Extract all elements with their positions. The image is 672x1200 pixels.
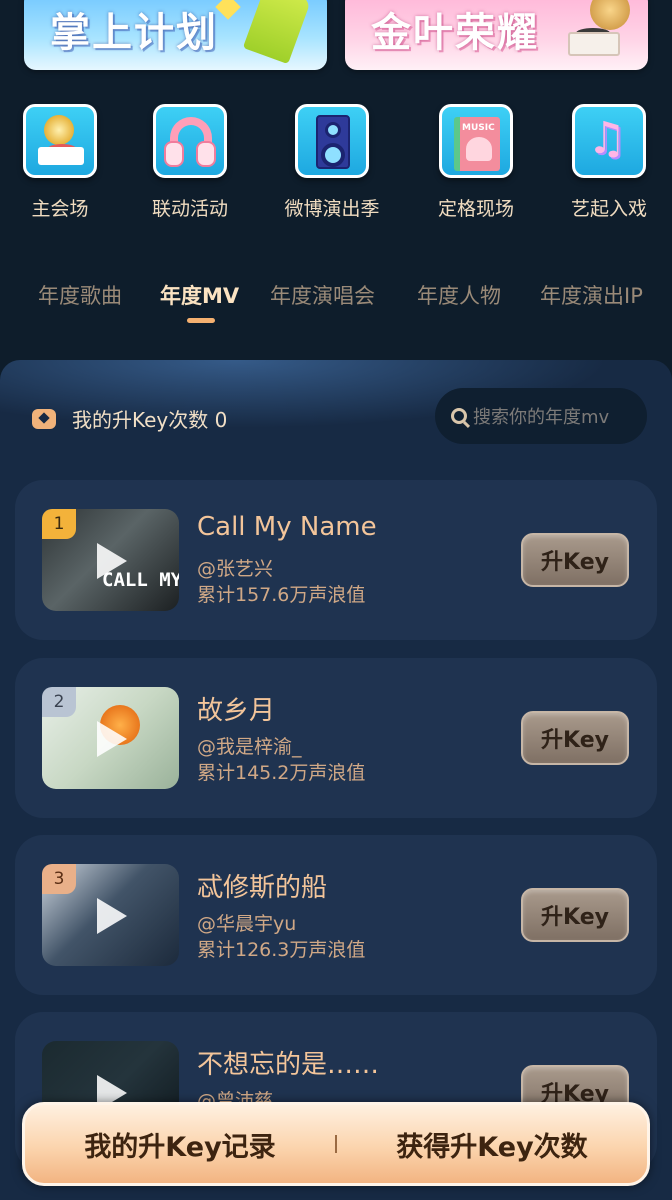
mv-title: 故乡月 <box>197 696 276 726</box>
category-label: 联动活动 <box>151 198 228 220</box>
play-icon <box>97 543 127 579</box>
music-note-icon: ♫ <box>572 104 646 178</box>
banner-honor[interactable]: 金叶荣耀 <box>345 0 648 70</box>
category-label: 主会场 <box>31 198 89 220</box>
tab-annual-show-ip[interactable]: 年度演出IP <box>540 280 643 310</box>
mv-artist[interactable]: @我是梓渝_ <box>197 732 302 759</box>
music-book-icon: MUSIC <box>439 104 513 178</box>
get-upkey-count-button[interactable]: 获得升Key次数 <box>337 1125 647 1164</box>
category-drama[interactable]: ♫ 艺起入戏 <box>544 104 672 221</box>
banner-title: 金叶荣耀 <box>371 9 539 56</box>
play-icon <box>97 898 127 934</box>
category-live-moments[interactable]: MUSIC 定格现场 <box>411 104 541 221</box>
search-icon <box>451 408 467 424</box>
category-main-venue[interactable]: 主会场 <box>0 104 125 221</box>
upkey-button[interactable]: 升Key <box>521 888 629 942</box>
banner-title: 掌上计划 <box>50 9 218 56</box>
category-label: 定格现场 <box>437 198 514 220</box>
category-label: 微博演出季 <box>284 198 380 220</box>
rank-badge: 1 <box>42 509 76 539</box>
mv-card[interactable]: 3 忒修斯的船 @华晨宇yu 累计126.3万声浪值 升Key <box>15 835 657 995</box>
banner-plan[interactable]: 掌上计划 <box>24 0 327 70</box>
mv-total-score: 累计157.6万声浪值 <box>197 584 366 606</box>
tab-bar: 年度歌曲 年度MV 年度演唱会 年度人物 年度演出IP <box>0 280 672 330</box>
tab-annual-concerts[interactable]: 年度演唱会 <box>270 280 375 310</box>
mv-total-score: 累计145.2万声浪值 <box>197 762 366 784</box>
rank-badge: 2 <box>42 687 76 717</box>
tab-annual-songs[interactable]: 年度歌曲 <box>38 280 122 310</box>
my-upkey-records-button[interactable]: 我的升Key记录 <box>25 1125 335 1164</box>
sparkle-ticket-icon <box>32 408 56 429</box>
category-label: 艺起入戏 <box>570 198 647 220</box>
tab-annual-people[interactable]: 年度人物 <box>417 280 501 310</box>
microphone-icon <box>242 0 312 65</box>
banner-row: 掌上计划 金叶荣耀 <box>0 0 672 72</box>
mv-card[interactable]: 2 故乡月 @我是梓渝_ 累计145.2万声浪值 升Key <box>15 658 657 818</box>
ranking-panel: 我的升Key次数 0 搜索你的年度mv CALL MY NAI 1 Call M… <box>0 360 672 1200</box>
upkey-button[interactable]: 升Key <box>521 533 629 587</box>
upkey-button[interactable]: 升Key <box>521 711 629 765</box>
mv-artist[interactable]: @张艺兴 <box>197 554 273 581</box>
bottom-action-bar: 我的升Key记录 获得升Key次数 <box>22 1102 650 1186</box>
rank-badge: 3 <box>42 864 76 894</box>
key-count-text: 我的升Key次数 0 <box>72 408 228 432</box>
play-icon <box>97 721 127 757</box>
mv-title: Call My Name <box>197 512 377 542</box>
speaker-icon <box>295 104 369 178</box>
star-icon <box>215 0 241 20</box>
category-linked-events[interactable]: 联动活动 <box>125 104 255 221</box>
mv-total-score: 累计126.3万声浪值 <box>197 939 366 961</box>
mv-title: 忒修斯的船 <box>197 873 328 903</box>
key-count: 我的升Key次数 0 <box>32 404 227 433</box>
mv-card[interactable]: CALL MY NAI 1 Call My Name @张艺兴 累计157.6万… <box>15 480 657 640</box>
category-weibo-season[interactable]: 微博演出季 <box>267 104 397 221</box>
headphones-icon <box>153 104 227 178</box>
category-row: 主会场 联动活动 微博演出季 MUSIC 定格现场 ♫ 艺起入戏 <box>0 104 672 224</box>
mv-title: 不想忘的是…… <box>197 1050 380 1080</box>
active-tab-indicator <box>187 318 215 323</box>
search-input[interactable]: 搜索你的年度mv <box>435 388 647 444</box>
tab-annual-mv[interactable]: 年度MV <box>160 280 239 310</box>
gramophone-icon <box>23 104 97 178</box>
search-placeholder: 搜索你的年度mv <box>473 407 610 428</box>
gramophone-icon <box>564 0 636 56</box>
mv-artist[interactable]: @华晨宇yu <box>197 909 296 936</box>
